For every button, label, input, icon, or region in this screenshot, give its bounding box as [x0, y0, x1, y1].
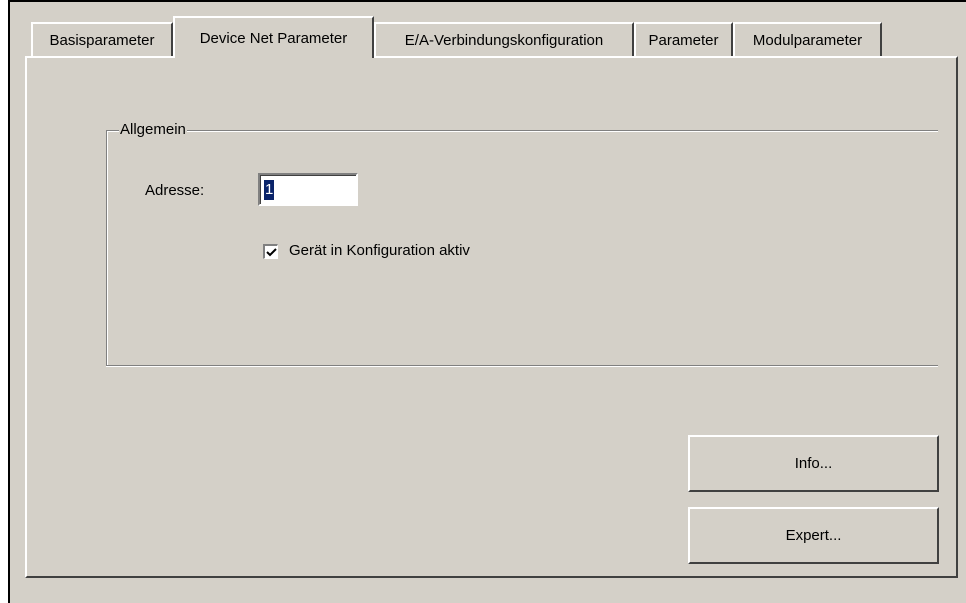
tab-parameter[interactable]: Parameter — [634, 22, 733, 56]
group-box-allgemein — [106, 130, 938, 366]
address-value: 1 — [264, 180, 275, 200]
tab-ea-verbindungskonfiguration[interactable]: E/A-Verbindungskonfiguration — [374, 22, 634, 56]
info-button[interactable]: Info... — [688, 435, 939, 492]
tab-label: Device Net Parameter — [199, 29, 348, 47]
tab-label: Basisparameter — [49, 31, 155, 49]
device-active-checkbox[interactable] — [263, 244, 278, 259]
tab-label: E/A-Verbindungskonfiguration — [404, 31, 604, 49]
group-title: Allgemein — [119, 121, 187, 138]
tab-label: Modulparameter — [752, 31, 863, 49]
checkmark-icon — [265, 247, 277, 256]
tab-basisparameter[interactable]: Basisparameter — [31, 22, 173, 56]
address-label: Adresse: — [145, 182, 205, 199]
device-active-label[interactable]: Gerät in Konfiguration aktiv — [289, 242, 470, 259]
tab-device-net-parameter[interactable]: Device Net Parameter — [173, 16, 374, 58]
address-input[interactable]: 1 — [258, 173, 358, 206]
tab-label: Parameter — [648, 31, 719, 49]
tab-modulparameter[interactable]: Modulparameter — [733, 22, 882, 56]
expert-button[interactable]: Expert... — [688, 507, 939, 564]
